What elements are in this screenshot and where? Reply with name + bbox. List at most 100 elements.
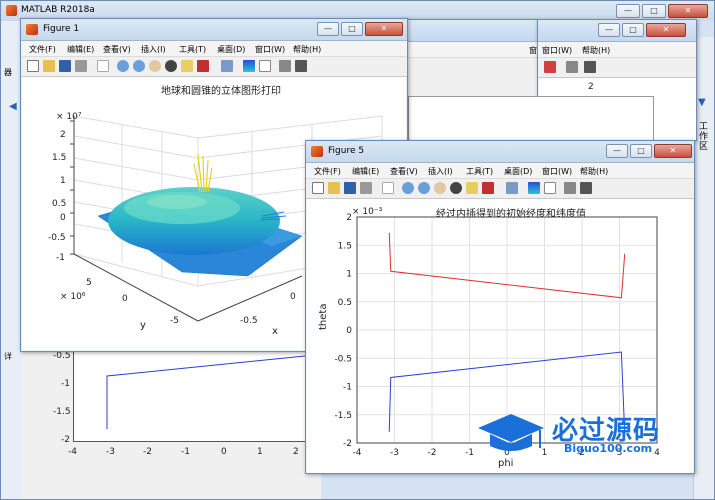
back-figure-menubar-2: 窗口(W) 帮助(H) <box>538 42 696 58</box>
menu-help[interactable]: 帮助(H) <box>580 166 608 177</box>
figure5-minimize-button[interactable]: — <box>606 144 628 158</box>
open-icon[interactable] <box>328 182 340 194</box>
save-icon[interactable] <box>344 182 356 194</box>
menu-window[interactable]: 窗口(W) <box>255 44 285 55</box>
zoom-out-icon[interactable] <box>133 60 145 72</box>
menu-edit[interactable]: 编辑(E) <box>67 44 94 55</box>
link-icon[interactable] <box>506 182 518 194</box>
figure1-title: Figure 1 <box>43 24 80 34</box>
bg-xtick: -3 <box>106 447 115 457</box>
menu-help[interactable]: 帮助(H) <box>582 45 610 56</box>
y-tick-label: 1.5 <box>338 241 352 251</box>
back-fig-maximize-button[interactable]: □ <box>622 23 644 37</box>
pan-icon[interactable] <box>434 182 446 194</box>
dock-icon[interactable] <box>295 60 307 72</box>
insert-legend-icon[interactable] <box>544 182 556 194</box>
bg-xtick: 2 <box>293 447 299 457</box>
workspace-label-3[interactable]: 区 <box>699 139 708 152</box>
bg-xtick: 0 <box>221 447 227 457</box>
y-tick-label: 1 <box>346 270 352 280</box>
z-exponent: × 10⁷ <box>56 112 82 122</box>
insert-legend-icon[interactable] <box>259 60 271 72</box>
z-tick: 0.5 <box>52 199 67 209</box>
figure5-titlebar[interactable]: Figure 5 — □ ✕ <box>306 141 694 163</box>
hide-tools-icon[interactable] <box>279 60 291 72</box>
zoom-out-icon[interactable] <box>418 182 430 194</box>
background-line <box>106 355 305 429</box>
save-icon[interactable] <box>59 60 71 72</box>
y-tick-label: -0.5 <box>334 354 352 364</box>
menu-window[interactable]: 窗口(W) <box>542 45 572 56</box>
z-tick: 2 <box>60 130 66 140</box>
menu-tools[interactable]: 工具(T) <box>466 166 493 177</box>
menu-desktop[interactable]: 桌面(D) <box>217 44 245 55</box>
zoom-in-icon[interactable] <box>402 182 414 194</box>
menu-tools[interactable]: 工具(T) <box>179 44 206 55</box>
rotate-3d-icon[interactable] <box>165 60 177 72</box>
site-watermark: 必过源码 Biguo100.com <box>476 408 710 460</box>
data-cursor-icon[interactable] <box>466 182 478 194</box>
x-tick: -0.5 <box>240 316 258 326</box>
matlab-close-button[interactable]: ✕ <box>668 4 708 18</box>
new-figure-icon[interactable] <box>27 60 39 72</box>
dock-icon[interactable] <box>580 182 592 194</box>
figure5-close-button[interactable]: ✕ <box>654 144 692 158</box>
insert-colorbar-icon[interactable] <box>528 182 540 194</box>
print-icon[interactable] <box>360 182 372 194</box>
matlab-nav-icon[interactable]: ◀ <box>9 101 17 112</box>
zoom-in-icon[interactable] <box>117 60 129 72</box>
link-icon[interactable] <box>221 60 233 72</box>
z-tick: -1 <box>56 253 65 263</box>
bg-ytick: -2 <box>61 435 70 445</box>
data-cursor-icon[interactable] <box>181 60 193 72</box>
matlab-maximize-button[interactable]: □ <box>642 4 666 18</box>
menu-insert[interactable]: 插入(I) <box>428 166 453 177</box>
rotate-3d-icon[interactable] <box>450 182 462 194</box>
insert-colorbar-icon[interactable] <box>243 60 255 72</box>
new-figure-icon[interactable] <box>312 182 324 194</box>
menu-help[interactable]: 帮助(H) <box>293 44 321 55</box>
figure1-ylabel: y <box>140 320 146 331</box>
open-icon[interactable] <box>43 60 55 72</box>
back-fig-close-button[interactable]: ✕ <box>646 23 686 37</box>
menu-view[interactable]: 查看(V) <box>103 44 131 55</box>
bg-xtick: -4 <box>68 447 77 457</box>
x-tick-label: -2 <box>428 448 437 458</box>
bg-ytick: -0.5 <box>53 351 71 361</box>
dock-icon[interactable] <box>584 61 596 73</box>
menu-insert[interactable]: 插入(I) <box>141 44 166 55</box>
back-fig-minimize-button[interactable]: — <box>598 23 620 37</box>
left-glyph-2: 详 <box>4 352 12 361</box>
brush-icon[interactable] <box>197 60 209 72</box>
figure1-maximize-button[interactable]: □ <box>341 22 363 36</box>
edit-plot-icon[interactable] <box>382 182 394 194</box>
menu-view[interactable]: 查看(V) <box>390 166 418 177</box>
brush-icon[interactable] <box>482 182 494 194</box>
menu-file[interactable]: 文件(F) <box>29 44 56 55</box>
y-tick-label: -1.5 <box>334 411 352 421</box>
figure1-titlebar[interactable]: Figure 1 — □ ✕ <box>21 19 407 41</box>
print-icon[interactable] <box>75 60 87 72</box>
figure5-title: Figure 5 <box>328 146 365 156</box>
menu-file[interactable]: 文件(F) <box>314 166 341 177</box>
menu-window[interactable]: 窗口(W) <box>542 166 572 177</box>
hide-tools-icon[interactable] <box>564 182 576 194</box>
figure-icon <box>26 24 38 35</box>
workspace-collapse-icon[interactable]: ▼ <box>698 97 706 108</box>
x-tick: 0 <box>290 292 296 302</box>
figure5-maximize-button[interactable]: □ <box>630 144 652 158</box>
figure5-toolbar <box>306 179 694 199</box>
y-tick-label: -1 <box>343 383 352 393</box>
back-figure-toolbar <box>538 58 696 78</box>
pan-icon[interactable] <box>149 60 161 72</box>
figure5-menubar: 文件(F) 编辑(E) 查看(V) 插入(I) 工具(T) 桌面(D) 窗口(W… <box>306 163 694 179</box>
z-tick: 1.5 <box>52 153 67 163</box>
menu-edit[interactable]: 编辑(E) <box>352 166 379 177</box>
menu-desktop[interactable]: 桌面(D) <box>504 166 532 177</box>
edit-plot-icon[interactable] <box>97 60 109 72</box>
hide-tools-icon[interactable] <box>566 61 578 73</box>
figure1-minimize-button[interactable]: — <box>317 22 339 36</box>
matlab-minimize-button[interactable]: — <box>616 4 640 18</box>
figure-palette-icon[interactable] <box>544 61 556 73</box>
figure1-close-button[interactable]: ✕ <box>365 22 403 36</box>
